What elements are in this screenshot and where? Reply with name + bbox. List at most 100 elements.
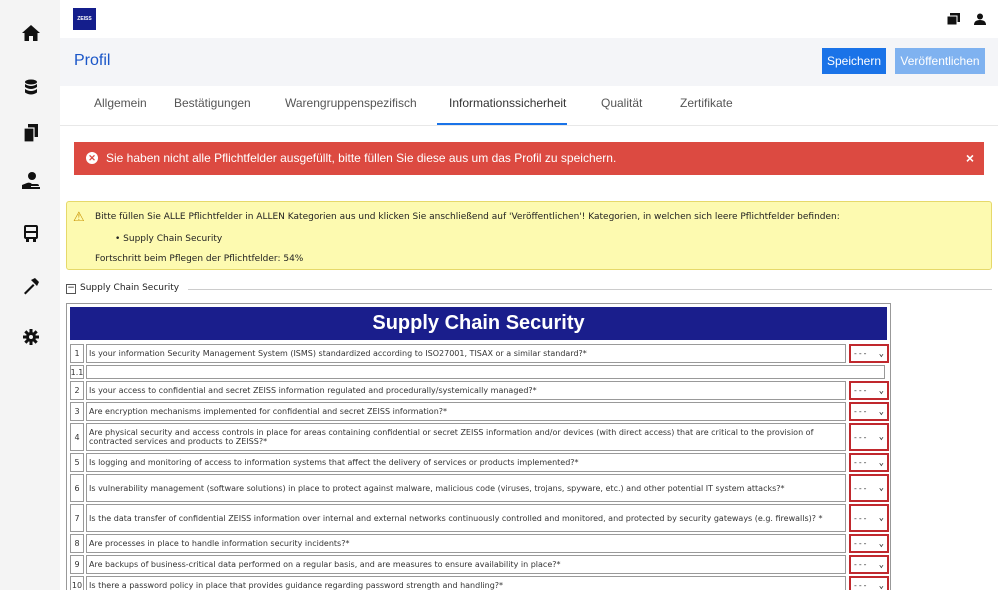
answer-select[interactable]: --- ⌄ (849, 381, 889, 400)
top-bar: ZEISS (60, 0, 998, 38)
answer-select[interactable]: --- ⌄ (849, 534, 889, 553)
row-number: 4 (70, 423, 84, 451)
chevron-down-icon: ⌄ (878, 483, 884, 493)
chevron-down-icon: ⌄ (878, 432, 884, 442)
error-circle-icon: ✕ (86, 152, 98, 164)
question-text: Is the data transfer of confidential ZEI… (86, 504, 846, 532)
question-text: Is there a password policy in place that… (86, 576, 846, 590)
hand-user-icon[interactable] (18, 168, 44, 194)
row-number: 6 (70, 474, 84, 502)
row-number: 9 (70, 555, 84, 574)
table-row: 5 Is logging and monitoring of access to… (70, 453, 889, 472)
table-heading: Supply Chain Security (70, 307, 887, 340)
select-value: --- (853, 386, 868, 395)
row-number: 2 (70, 381, 84, 400)
active-tab-indicator (437, 123, 567, 125)
question-text: Is your access to confidential and secre… (86, 381, 846, 400)
question-text: Are backups of business-critical data pe… (86, 555, 846, 574)
answer-select[interactable]: --- ⌄ (849, 504, 889, 532)
row-number: 3 (70, 402, 84, 421)
row-number: 7 (70, 504, 84, 532)
legend-divider (188, 289, 992, 290)
home-icon[interactable] (18, 20, 44, 46)
answer-select[interactable]: --- ⌄ (849, 402, 889, 421)
select-value: --- (853, 349, 868, 358)
tab-bar: Allgemein Bestätigungen Warengruppenspez… (60, 86, 998, 126)
section-legend: − Supply Chain Security (66, 283, 992, 295)
answer-select[interactable]: --- ⌄ (849, 555, 889, 574)
error-alert: ✕ Sie haben nicht alle Pflichtfelder aus… (74, 142, 984, 175)
chevron-down-icon: ⌄ (878, 513, 884, 523)
table-row: 7 Is the data transfer of confidential Z… (70, 504, 889, 532)
chevron-down-icon: ⌄ (878, 559, 884, 570)
chevron-down-icon: ⌄ (878, 348, 884, 359)
publish-button[interactable]: Veröffentlichen (895, 48, 985, 74)
chevron-down-icon: ⌄ (878, 457, 884, 468)
select-value: --- (853, 560, 868, 569)
gear-icon[interactable] (18, 324, 44, 350)
tab-bestaetigungen[interactable]: Bestätigungen (174, 96, 251, 110)
tab-allgemein[interactable]: Allgemein (94, 96, 147, 110)
close-alert-button[interactable]: × (966, 150, 974, 166)
select-value: --- (853, 458, 868, 467)
zeiss-logo[interactable]: ZEISS (73, 8, 96, 30)
chevron-down-icon: ⌄ (878, 385, 884, 396)
answer-select[interactable]: --- ⌄ (849, 453, 889, 472)
question-text: Are physical security and access control… (86, 423, 846, 451)
table-row: 3 Are encryption mechanisms implemented … (70, 402, 889, 421)
table-row: 9 Are backups of business-critical data … (70, 555, 889, 574)
row-number: 5 (70, 453, 84, 472)
question-text: Are processes in place to handle informa… (86, 534, 846, 553)
table-row: 4 Are physical security and access contr… (70, 423, 889, 451)
chevron-down-icon: ⌄ (878, 538, 884, 549)
table-row: 6 Is vulnerability management (software … (70, 474, 889, 502)
warning-icon: ⚠ (73, 210, 85, 225)
select-value: --- (853, 581, 868, 590)
table-row: 2 Is your access to confidential and sec… (70, 381, 889, 400)
collapse-toggle[interactable]: − (66, 284, 76, 294)
row-number: 1 (70, 344, 84, 363)
row-number: 8 (70, 534, 84, 553)
tab-informationssicherheit[interactable]: Informationssicherheit (449, 96, 566, 110)
chevron-down-icon: ⌄ (878, 406, 884, 417)
question-text: Is your information Security Management … (86, 344, 846, 363)
chevron-down-icon: ⌄ (878, 580, 884, 590)
table-row: 1.1 (70, 365, 887, 379)
sidebar (0, 0, 60, 590)
tab-zertifikate[interactable]: Zertifikate (680, 96, 733, 110)
select-value: --- (853, 432, 868, 442)
database-icon[interactable] (18, 74, 44, 100)
truck-icon[interactable] (18, 221, 44, 247)
warning-text: Bitte füllen Sie ALLE Pflichtfelder in A… (95, 212, 840, 222)
progress-text: Fortschritt beim Pflegen der Pflichtfeld… (95, 254, 304, 264)
user-icon[interactable] (974, 12, 986, 30)
tab-qualitaet[interactable]: Qualität (601, 96, 642, 110)
table-row: 10 Is there a password policy in place t… (70, 576, 889, 590)
table-row: 8 Are processes in place to handle infor… (70, 534, 889, 553)
tab-warengruppenspezifisch[interactable]: Warengruppenspezifisch (285, 96, 417, 110)
save-button[interactable]: Speichern (822, 48, 886, 74)
question-text: Is vulnerability management (software so… (86, 474, 846, 502)
answer-select[interactable]: --- ⌄ (849, 344, 889, 363)
select-value: --- (853, 513, 868, 523)
documents-icon[interactable] (946, 12, 960, 30)
select-value: --- (853, 407, 868, 416)
answer-select[interactable]: --- ⌄ (849, 423, 889, 451)
documents-icon[interactable] (18, 120, 44, 146)
questionnaire-table: Supply Chain Security 1 Is your informat… (66, 303, 891, 590)
row-number: 1.1 (70, 365, 84, 379)
select-value: --- (853, 483, 868, 493)
select-value: --- (853, 539, 868, 548)
warning-box: ⚠ Bitte füllen Sie ALLE Pflichtfelder in… (66, 201, 992, 270)
answer-select[interactable]: --- ⌄ (849, 576, 889, 590)
question-text[interactable] (86, 365, 885, 379)
section-legend-label: Supply Chain Security (80, 283, 180, 293)
table-row: 1 Is your information Security Managemen… (70, 344, 889, 363)
row-number: 10 (70, 576, 84, 590)
question-text: Are encryption mechanisms implemented fo… (86, 402, 846, 421)
page-title: Profil (74, 52, 111, 69)
warning-category-item: • Supply Chain Security (115, 234, 223, 244)
hammer-icon[interactable] (18, 273, 44, 299)
question-text: Is logging and monitoring of access to i… (86, 453, 846, 472)
answer-select[interactable]: --- ⌄ (849, 474, 889, 502)
